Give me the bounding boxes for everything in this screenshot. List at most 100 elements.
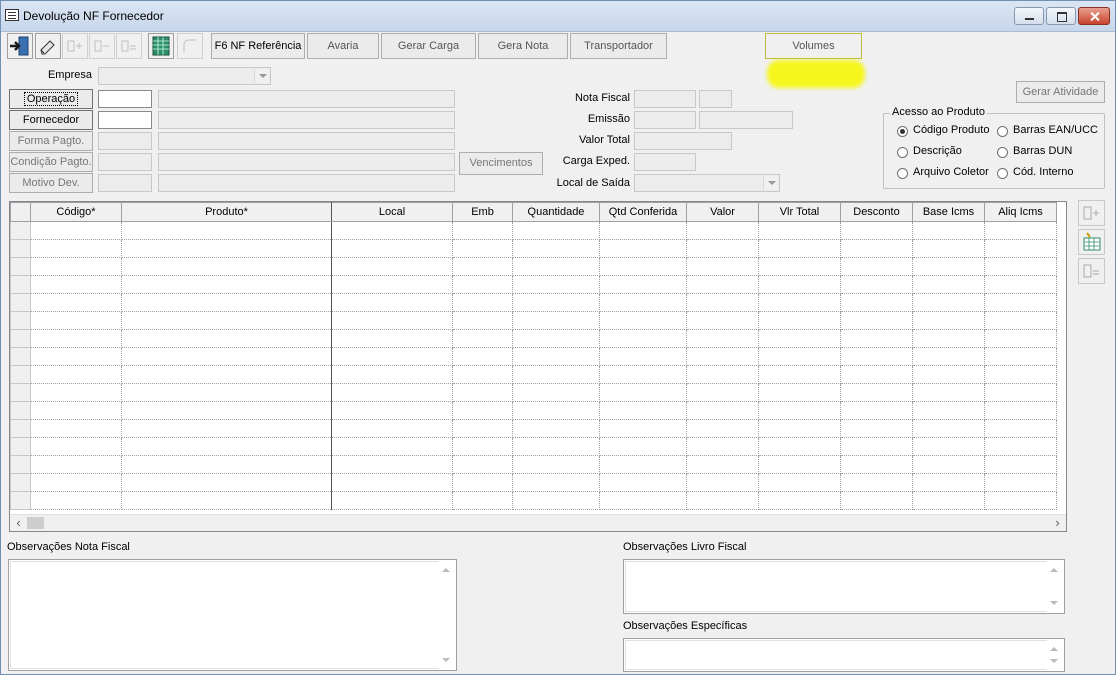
forma-pagto-code-field[interactable]	[98, 132, 152, 150]
forma-pagto-button[interactable]: Forma Pagto.	[9, 131, 93, 151]
grid-cell[interactable]	[452, 239, 513, 258]
grid-cell[interactable]	[512, 347, 600, 366]
fornecedor-button[interactable]: Fornecedor	[9, 110, 93, 130]
grid-cell[interactable]	[599, 311, 687, 330]
maximize-button[interactable]	[1046, 7, 1076, 25]
grid-cell[interactable]	[840, 293, 913, 312]
grid-cell[interactable]	[758, 329, 841, 348]
grid-cell[interactable]	[30, 239, 122, 258]
table-row[interactable]	[10, 455, 1057, 474]
grid-cell[interactable]	[30, 437, 122, 456]
grid-cell[interactable]	[758, 419, 841, 438]
table-row[interactable]	[10, 437, 1057, 456]
vertical-scrollbar[interactable]	[1047, 561, 1063, 612]
condicao-pagto-button[interactable]: Condição Pagto.	[9, 152, 93, 172]
vertical-scrollbar[interactable]	[439, 561, 455, 669]
grid-cell[interactable]	[840, 419, 913, 438]
grid-cell[interactable]	[912, 455, 985, 474]
grid-cell[interactable]	[121, 293, 332, 312]
grid-cell[interactable]	[121, 275, 332, 294]
f6-nf-referencia-button[interactable]: F6 NF Referência	[211, 33, 305, 59]
grid-cell[interactable]	[840, 437, 913, 456]
grid-cell[interactable]	[686, 437, 759, 456]
grid-cell[interactable]	[686, 275, 759, 294]
grid-cell[interactable]	[984, 293, 1057, 312]
grid-cell[interactable]	[912, 293, 985, 312]
grid-cell[interactable]	[912, 347, 985, 366]
grid-cell[interactable]	[984, 437, 1057, 456]
remove-record-icon[interactable]	[116, 33, 142, 59]
grid-cell[interactable]	[758, 455, 841, 474]
grid-cell[interactable]	[984, 383, 1057, 402]
column-header-quantidade[interactable]: Quantidade	[512, 202, 600, 222]
grid-cell[interactable]	[758, 491, 841, 510]
grid-cell[interactable]	[599, 275, 687, 294]
grid-cell[interactable]	[512, 491, 600, 510]
grid-cell[interactable]	[758, 383, 841, 402]
table-row[interactable]	[10, 311, 1057, 330]
grid-cell[interactable]	[452, 311, 513, 330]
column-header-desconto[interactable]: Desconto	[840, 202, 913, 222]
grid-cell[interactable]	[452, 329, 513, 348]
grid-cell[interactable]	[984, 329, 1057, 348]
transportador-button[interactable]: Transportador	[570, 33, 667, 59]
grid-cell[interactable]	[331, 419, 453, 438]
table-row[interactable]	[10, 275, 1057, 294]
row-indicator[interactable]	[10, 329, 31, 348]
grid-cell[interactable]	[686, 365, 759, 384]
table-row[interactable]	[10, 347, 1057, 366]
grid-cell[interactable]	[686, 257, 759, 276]
grid-cell[interactable]	[758, 275, 841, 294]
grid-cell[interactable]	[686, 311, 759, 330]
grid-cell[interactable]	[758, 221, 841, 240]
grid-cell[interactable]	[912, 311, 985, 330]
grid-cell[interactable]	[840, 365, 913, 384]
remove-row-icon[interactable]	[1078, 258, 1105, 284]
table-row[interactable]	[10, 239, 1057, 258]
grid-cell[interactable]	[984, 365, 1057, 384]
grid-cell[interactable]	[30, 491, 122, 510]
grid-cell[interactable]	[840, 239, 913, 258]
grid-cell[interactable]	[331, 257, 453, 276]
grid-cell[interactable]	[912, 239, 985, 258]
grid-cell[interactable]	[912, 383, 985, 402]
table-row[interactable]	[10, 365, 1057, 384]
column-header-codigo[interactable]: Código*	[30, 202, 122, 222]
observacoes-nota-fiscal-textarea[interactable]	[8, 559, 457, 671]
row-indicator[interactable]	[10, 221, 31, 240]
grid-cell[interactable]	[984, 221, 1057, 240]
gera-nota-button[interactable]: Gera Nota	[478, 33, 568, 59]
grid-cell[interactable]	[452, 437, 513, 456]
column-header-emb[interactable]: Emb	[452, 202, 513, 222]
nota-fiscal-number-field[interactable]	[634, 90, 696, 108]
grid-cell[interactable]	[840, 473, 913, 492]
grid-cell[interactable]	[840, 257, 913, 276]
row-indicator[interactable]	[10, 365, 31, 384]
grid-cell[interactable]	[686, 455, 759, 474]
grid-cell[interactable]	[599, 383, 687, 402]
grid-cell[interactable]	[840, 491, 913, 510]
row-indicator[interactable]	[10, 455, 31, 474]
grid-cell[interactable]	[758, 365, 841, 384]
grid-cell[interactable]	[30, 473, 122, 492]
grid-cell[interactable]	[984, 239, 1057, 258]
grid-cell[interactable]	[452, 365, 513, 384]
grid-cell[interactable]	[599, 347, 687, 366]
grid-cell[interactable]	[599, 419, 687, 438]
grid-cell[interactable]	[452, 473, 513, 492]
grid-cell[interactable]	[452, 419, 513, 438]
grid-cell[interactable]	[30, 383, 122, 402]
link-icon[interactable]	[177, 33, 203, 59]
grid-cell[interactable]	[121, 383, 332, 402]
add-row-icon[interactable]	[1078, 200, 1105, 226]
observacoes-livro-fiscal-textarea[interactable]	[623, 559, 1065, 614]
grid-cell[interactable]	[452, 491, 513, 510]
grid-cell[interactable]	[512, 257, 600, 276]
grid-cell[interactable]	[912, 275, 985, 294]
table-row[interactable]	[10, 419, 1057, 438]
grid-cell[interactable]	[758, 473, 841, 492]
column-header-base-icms[interactable]: Base Icms	[912, 202, 985, 222]
grid-cell[interactable]	[331, 437, 453, 456]
grid-cell[interactable]	[121, 419, 332, 438]
close-button[interactable]	[1078, 7, 1110, 25]
